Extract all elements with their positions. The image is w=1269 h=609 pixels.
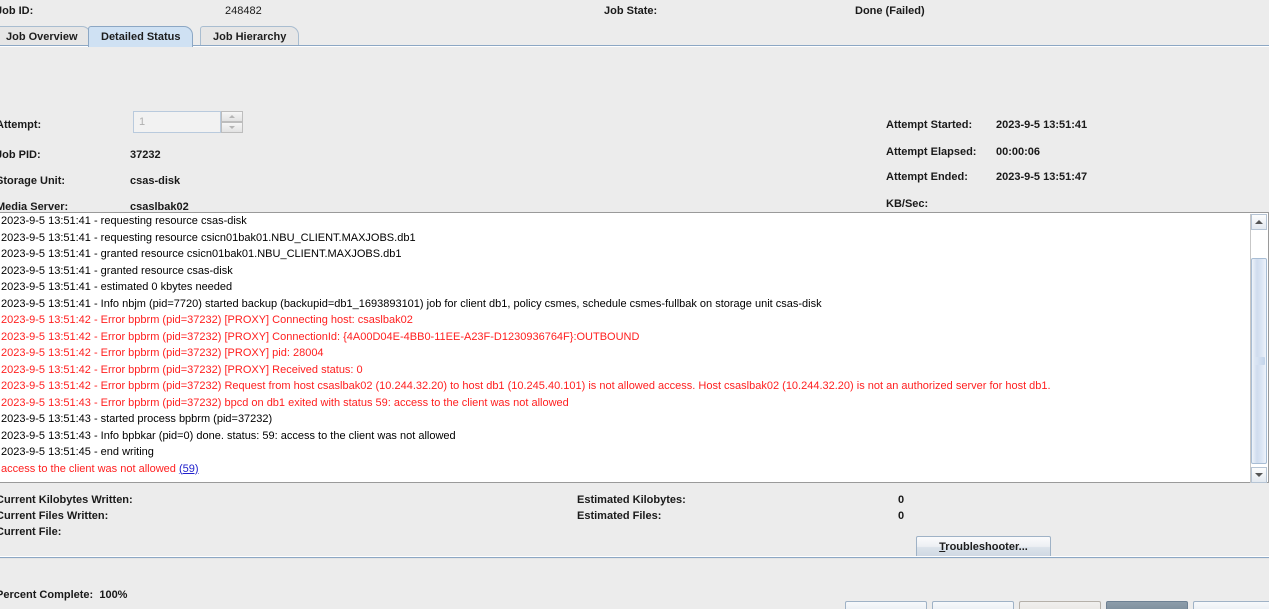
- scrollbar-thumb[interactable]: [1251, 258, 1267, 464]
- footer-button-1[interactable]: [845, 601, 927, 609]
- scroll-up-arrow-icon[interactable]: [1251, 214, 1267, 230]
- status-log-text: access to the client was not allowed: [1, 462, 179, 475]
- status-log-line: 2023-9-5 13:51:41 - granted resource csi…: [0, 246, 1250, 263]
- attempt-ended-value: 2023-9-5 13:51:47: [996, 171, 1088, 183]
- status-log-line: 2023-9-5 13:51:42 - Error bpbrm (pid=372…: [0, 362, 1250, 379]
- status-log-line: 2023-9-5 13:51:41 - Info nbjm (pid=7720)…: [0, 296, 1250, 313]
- status-log-line: 2023-9-5 13:51:42 - Error bpbrm (pid=372…: [0, 345, 1250, 362]
- status-log-line: 2023-9-5 13:51:41 - granted resource csa…: [0, 263, 1250, 280]
- status-log-lines[interactable]: 2023-9-5 13:51:41 - requesting resource …: [0, 213, 1250, 482]
- status-log-box: 2023-9-5 13:51:41 - requesting resource …: [0, 212, 1269, 483]
- footer-panel: Percent Complete: 100%: [0, 559, 1269, 609]
- attempt-ended-label: Attempt Ended:: [886, 171, 968, 183]
- current-kilobytes-written-label: Current Kilobytes Written:: [0, 494, 133, 506]
- status-log-text: 2023-9-5 13:51:43 - Info bpbkar (pid=0) …: [1, 429, 456, 442]
- footer-button-2[interactable]: [932, 601, 1014, 609]
- status-log-scrollbar[interactable]: [1250, 214, 1267, 483]
- scroll-down-arrow-icon[interactable]: [1251, 467, 1267, 483]
- job-state-label: Job State:: [604, 5, 658, 17]
- job-pid-label: Job PID:: [0, 149, 41, 161]
- status-log-text: 2023-9-5 13:51:41 - requesting resource …: [1, 215, 247, 227]
- attempt-started-value: 2023-9-5 13:51:41: [996, 119, 1088, 131]
- scrollbar-grip-icon: [1255, 357, 1265, 365]
- status-log-line: 2023-9-5 13:51:41 - requesting resource …: [0, 213, 1250, 230]
- status-log-line: 2023-9-5 13:51:41 - estimated 0 kbytes n…: [0, 279, 1250, 296]
- estimated-kilobytes-label: Estimated Kilobytes:: [577, 494, 686, 506]
- status-log-line: 2023-9-5 13:51:43 - started process bpbr…: [0, 411, 1250, 428]
- attempt-spinner-value[interactable]: 1: [133, 111, 221, 133]
- job-header: Job ID: 248482 Job State: Done (Failed): [0, 0, 1269, 25]
- attempt-started-label: Attempt Started:: [886, 119, 973, 131]
- status-log-text: 2023-9-5 13:51:42 - Error bpbrm (pid=372…: [1, 363, 363, 376]
- attempt-elapsed-value: 00:00:06: [996, 146, 1041, 158]
- status-log-text: 2023-9-5 13:51:42 - Error bpbrm (pid=372…: [1, 347, 324, 359]
- spinner-up-arrow-icon[interactable]: [221, 111, 243, 122]
- status-log-text: 2023-9-5 13:51:43 - Error bpbrm (pid=372…: [1, 396, 569, 409]
- job-id-value: 248482: [225, 5, 262, 17]
- attempt-spinner[interactable]: 1: [133, 111, 245, 133]
- attempt-label: Attempt:: [0, 119, 42, 131]
- status-log-text: 2023-9-5 13:51:41 - granted resource csi…: [1, 248, 402, 260]
- job-details-window: Job ID: 248482 Job State: Done (Failed) …: [0, 0, 1269, 609]
- job-pid-value: 37232: [130, 149, 161, 161]
- status-log-line: 2023-9-5 13:51:45 - end writing: [0, 444, 1250, 461]
- status-log-line: 2023-9-5 13:51:42 - Error bpbrm (pid=372…: [0, 329, 1250, 346]
- status-log-line: 2023-9-5 13:51:43 - Info bpbkar (pid=0) …: [0, 428, 1250, 445]
- estimated-files-value: 0: [898, 510, 905, 522]
- job-state-value: Done (Failed): [855, 5, 925, 17]
- estimated-kilobytes-value: 0: [898, 494, 905, 506]
- status-log-text: 2023-9-5 13:51:41 - Info nbjm (pid=7720)…: [1, 297, 822, 310]
- storage-unit-label: Storage Unit:: [0, 175, 66, 187]
- footer-button-5[interactable]: [1193, 601, 1269, 609]
- percent-complete-value: 100%: [99, 589, 128, 601]
- footer-button-3[interactable]: [1019, 601, 1101, 609]
- current-file-label: Current File:: [0, 526, 62, 538]
- status-log-line: 2023-9-5 13:51:42 - Error bpbrm (pid=372…: [0, 312, 1250, 329]
- status-log-text: 2023-9-5 13:51:42 - Error bpbrm (pid=372…: [1, 330, 640, 343]
- percent-complete: Percent Complete: 100%: [0, 589, 127, 601]
- job-id-label: Job ID:: [0, 5, 34, 17]
- troubleshooter-label: roubleshooter...: [945, 541, 1028, 553]
- storage-unit-value: csas-disk: [130, 175, 181, 187]
- counters-panel: Current Kilobytes Written: Current Files…: [0, 484, 1269, 557]
- troubleshooter-button[interactable]: Troubleshooter...: [916, 536, 1051, 558]
- footer-button-4[interactable]: [1106, 601, 1188, 609]
- attempt-spinner-buttons: [221, 111, 243, 133]
- spinner-down-arrow-icon[interactable]: [221, 122, 243, 133]
- attempt-elapsed-label: Attempt Elapsed:: [886, 146, 977, 158]
- status-log-text: 2023-9-5 13:51:43 - started process bpbr…: [1, 413, 273, 425]
- status-log-line: 2023-9-5 13:51:43 - Error bpbrm (pid=372…: [0, 395, 1250, 412]
- percent-complete-label: Percent Complete:: [0, 589, 94, 601]
- status-log-text: 2023-9-5 13:51:41 - granted resource csa…: [1, 264, 233, 277]
- status-code-link[interactable]: (59): [179, 463, 199, 475]
- status-log-text: 2023-9-5 13:51:41 - estimated 0 kbytes n…: [1, 281, 233, 293]
- tab-job-overview[interactable]: Job Overview: [0, 26, 91, 47]
- tab-bar: Job Overview Detailed Status Job Hierarc…: [0, 25, 1269, 47]
- status-log-text: 2023-9-5 13:51:42 - Error bpbrm (pid=372…: [1, 314, 413, 326]
- attempt-attributes-panel: Attempt: 1 Job PID: 37232 Storage Unit: …: [0, 49, 1269, 263]
- tab-job-hierarchy[interactable]: Job Hierarchy: [200, 26, 300, 47]
- status-log-text: 2023-9-5 13:51:41 - requesting resource …: [1, 231, 416, 244]
- status-log-text: 2023-9-5 13:51:42 - Error bpbrm (pid=372…: [1, 380, 1051, 392]
- estimated-files-label: Estimated Files:: [577, 510, 662, 522]
- current-files-written-label: Current Files Written:: [0, 510, 109, 522]
- tab-detailed-status[interactable]: Detailed Status: [88, 26, 194, 47]
- status-log-text: 2023-9-5 13:51:45 - end writing: [1, 446, 154, 458]
- status-log-line: 2023-9-5 13:51:41 - requesting resource …: [0, 230, 1250, 247]
- status-log-line: 2023-9-5 13:51:42 - Error bpbrm (pid=372…: [0, 378, 1250, 395]
- status-log-line: access to the client was not allowed (59…: [0, 461, 1250, 478]
- kb-sec-label: KB/Sec:: [886, 198, 929, 210]
